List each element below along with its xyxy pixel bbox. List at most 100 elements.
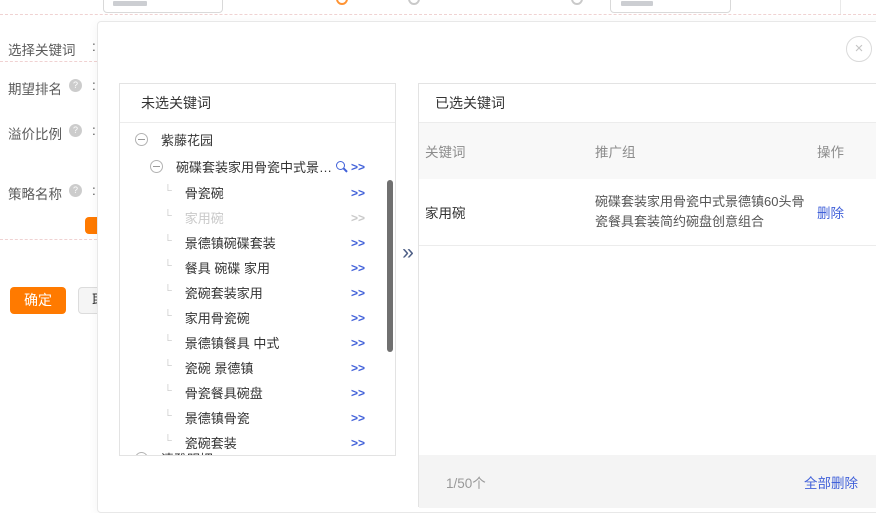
close-icon[interactable]: ×	[846, 36, 872, 62]
tree-keyword-row: 家用骨瓷碗 >>	[120, 305, 395, 330]
tree-keyword-row: 景德镇骨瓷 >>	[120, 405, 395, 430]
add-keyword-link[interactable]: >>	[351, 160, 365, 174]
tree-item-label[interactable]: 景德镇碗碟套装	[185, 233, 276, 252]
collapse-icon[interactable]	[150, 160, 163, 173]
tree-keyword-row: 骨瓷碗 >>	[120, 180, 395, 205]
scrollbar[interactable]	[387, 180, 393, 352]
keyword-cell: 家用碗	[425, 202, 595, 222]
tree-row-actions: >>	[351, 186, 365, 200]
keyword-select-modal: × 未选关键词 紫藤花园碗碟套装家用骨瓷中式景德镇... >> 骨瓷碗 >> 家用碗 >>…	[97, 21, 876, 513]
panel-title: 已选关键词	[419, 84, 876, 123]
tree-row-actions: >>	[351, 336, 365, 350]
add-keyword-link[interactable]: >>	[351, 311, 365, 325]
tree-keyword-row: 景德镇碗碟套装 >>	[120, 230, 395, 255]
adgroup-cell: 碗碟套装家用骨瓷中式景德镇60头骨瓷餐具套装简约碗盘创意组合	[595, 192, 813, 232]
tree-item-label[interactable]: 骨瓷餐具碗盘	[185, 383, 263, 402]
question-icon[interactable]	[69, 184, 82, 197]
table-row: 家用碗碗碟套装家用骨瓷中式景德镇60头骨瓷餐具套装简约碗盘创意组合删除	[419, 179, 876, 246]
tree-keyword-row: 餐具 碗碟 家用 >>	[120, 255, 395, 280]
tree-item-label[interactable]: 家用骨瓷碗	[185, 308, 250, 327]
tree-item-label[interactable]: 瓷碗套装家用	[185, 283, 263, 302]
add-keyword-link[interactable]: >>	[351, 236, 365, 250]
collapse-icon[interactable]	[135, 452, 148, 455]
column-header: 操作	[817, 141, 876, 161]
tree-item-label[interactable]: 骨瓷碗	[185, 183, 224, 202]
tree-item-label[interactable]: 瓷碗 景德镇	[185, 358, 254, 377]
action-cell: 删除	[817, 202, 876, 223]
tree-row-actions: >>	[351, 311, 365, 325]
form-input-truncated-1[interactable]	[103, 0, 223, 13]
tree-row-actions: >>	[351, 286, 365, 300]
collapse-icon[interactable]	[135, 133, 148, 146]
delete-link[interactable]: 删除	[817, 206, 844, 221]
add-keyword-link[interactable]: >>	[351, 336, 365, 350]
delete-all-link[interactable]: 全部删除	[804, 472, 876, 492]
table-body: 家用碗碗碟套装家用骨瓷中式景德镇60头骨瓷餐具套装简约碗盘创意组合删除	[419, 179, 876, 246]
tree-item-label[interactable]: 清雅明媚	[161, 449, 213, 455]
field-label: 选择关键词	[8, 39, 76, 59]
add-keyword-link[interactable]: >>	[351, 386, 365, 400]
form-input-truncated-2[interactable]	[610, 0, 731, 13]
column-header: 关键词	[425, 141, 595, 161]
tree-row-actions: >>	[351, 361, 365, 375]
add-keyword-link[interactable]: >>	[351, 361, 365, 375]
add-keyword-link[interactable]: >>	[351, 261, 365, 275]
tree-row-actions: >>	[351, 386, 365, 400]
warning-icon	[336, 0, 348, 5]
divider	[0, 14, 876, 15]
panel-title: 未选关键词	[120, 84, 395, 123]
colon: :	[92, 78, 96, 93]
tree-item-label[interactable]: 景德镇餐具 中式	[185, 333, 280, 352]
question-icon[interactable]	[69, 79, 82, 92]
selected-count: 1/50个	[419, 472, 486, 492]
tree-branch-icon	[164, 410, 172, 422]
tree-branch-icon	[164, 360, 172, 372]
field-row-strategy-name: 策略名称 :	[0, 183, 97, 199]
add-keyword-link[interactable]: >>	[351, 286, 365, 300]
selected-keywords-panel: 已选关键词 关键词推广组操作 家用碗碗碟套装家用骨瓷中式景德镇60头骨瓷餐具套装…	[418, 83, 876, 507]
search-icon[interactable]	[336, 160, 348, 173]
tree-item-label[interactable]: 景德镇骨瓷	[185, 408, 250, 427]
unselected-keywords-panel: 未选关键词 紫藤花园碗碟套装家用骨瓷中式景德镇...>>骨瓷碗>>家用碗>>景德…	[119, 83, 396, 456]
tree-item-label[interactable]: 紫藤花园	[161, 130, 213, 149]
tree-row-actions: >>	[351, 236, 365, 250]
tree-row-actions: >>	[351, 261, 365, 275]
tree-item-label[interactable]: 家用碗	[185, 208, 224, 227]
illegible-text	[621, 1, 653, 6]
add-keyword-link[interactable]: >>	[351, 436, 365, 450]
tree-item-label[interactable]: 碗碟套装家用骨瓷中式景德镇...	[176, 157, 336, 176]
tree-item-label[interactable]: 餐具 碗碟 家用	[185, 258, 270, 277]
divider	[0, 61, 97, 62]
transfer-right-icon[interactable]: »	[398, 241, 418, 265]
tree-keyword-row: 骨瓷餐具碗盘 >>	[120, 380, 395, 405]
colon: :	[92, 39, 96, 54]
tree-branch-icon	[164, 260, 172, 272]
column-header: 推广组	[595, 141, 817, 161]
tree-branch-icon	[164, 310, 172, 322]
tree-branch-icon	[164, 285, 172, 297]
field-label: 溢价比例	[8, 123, 62, 143]
field-row-select-keywords: 选择关键词 :	[0, 39, 97, 55]
tree-keyword-row: 景德镇餐具 中式 >>	[120, 330, 395, 355]
add-keyword-link[interactable]: >>	[351, 411, 365, 425]
add-keyword-link[interactable]: >>	[351, 186, 365, 200]
help-icon	[408, 0, 420, 5]
tree-row-actions: >>	[351, 411, 365, 425]
tree-product-row: 碗碟套装家用骨瓷中式景德镇... >>	[120, 153, 395, 180]
tree-branch-icon	[164, 385, 172, 397]
confirm-button[interactable]: 确定	[10, 287, 66, 314]
tree-row-actions: >>	[351, 211, 365, 225]
colon: :	[92, 183, 96, 198]
question-icon[interactable]	[69, 124, 82, 137]
tree-group-row: 紫藤花园	[120, 126, 395, 153]
tree-branch-icon	[164, 335, 172, 347]
illegible-text	[113, 1, 147, 6]
tree-branch-icon	[164, 210, 172, 222]
help-icon	[571, 0, 583, 5]
tree-row-actions: >>	[336, 160, 365, 174]
tree-branch-icon	[164, 235, 172, 247]
tree-branch-icon	[164, 185, 172, 197]
add-keyword-link[interactable]: >>	[351, 211, 365, 225]
field-row-expected-rank: 期望排名 :	[0, 78, 97, 94]
selected-footer: 1/50个 全部删除	[419, 455, 876, 508]
